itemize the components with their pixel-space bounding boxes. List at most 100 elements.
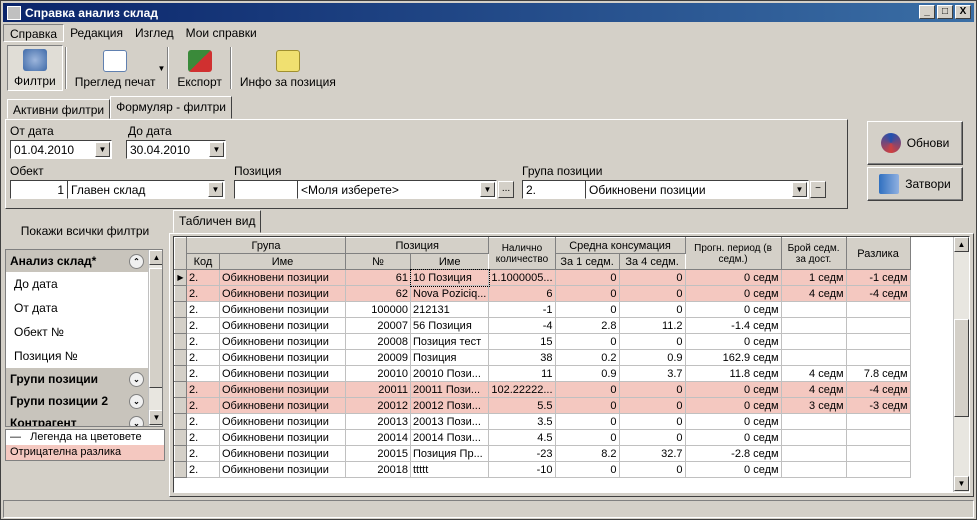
row-position-no[interactable]: 61	[345, 269, 411, 286]
row-indicator[interactable]	[174, 445, 187, 462]
forecast-period-header[interactable]: Прогн. период (в седм.)	[684, 237, 782, 270]
chevron-down-icon[interactable]: ⌄	[129, 371, 144, 387]
scroll-up-icon[interactable]: ▲	[954, 237, 969, 252]
row-code[interactable]: 2.	[186, 461, 220, 478]
row-difference[interactable]	[845, 349, 911, 366]
row-indicator[interactable]	[174, 365, 187, 382]
row-week1[interactable]: 0.9	[554, 365, 620, 382]
avg-consumption-header[interactable]: Средна консумация	[554, 237, 686, 254]
row-group-name[interactable]: Обикновени позиции	[219, 461, 346, 478]
row-position-name[interactable]: 212131	[409, 301, 490, 318]
group-code-input[interactable]: 2.	[522, 180, 586, 199]
row-code[interactable]: 2.	[186, 349, 220, 366]
group-name-subheader[interactable]: Име	[219, 253, 346, 270]
filter-item[interactable]: Позиция №	[6, 344, 148, 368]
row-difference[interactable]	[845, 333, 911, 350]
row-quantity[interactable]: 15	[488, 333, 556, 350]
row-indicator[interactable]	[174, 413, 187, 430]
row-position-name[interactable]: 20014 Пози...	[409, 429, 490, 446]
current-row-indicator-icon[interactable]: ▶	[174, 269, 187, 286]
row-code[interactable]: 2.	[186, 269, 220, 286]
group-column-header[interactable]: Група	[186, 237, 346, 254]
maximize-button[interactable]: □	[937, 5, 953, 19]
table-row[interactable]: 2. Обикновени позиции 100000 212131 -1 0 0 0 се…	[174, 301, 911, 318]
row-group-name[interactable]: Обикновени позиции	[219, 381, 346, 398]
chevron-down-icon[interactable]: ⌄	[129, 415, 144, 426]
row-difference[interactable]	[845, 317, 911, 334]
row-week4[interactable]: 0	[618, 397, 686, 414]
row-week4[interactable]: 3.7	[618, 365, 686, 382]
row-position-no[interactable]: 100000	[345, 301, 411, 318]
scroll-down-icon[interactable]: ▼	[149, 410, 162, 425]
row-quantity[interactable]: 1.1000005...	[488, 269, 556, 286]
row-delivery-weeks[interactable]: 3 седм	[780, 397, 847, 414]
row-group-name[interactable]: Обикновени позиции	[219, 429, 346, 446]
row-indicator[interactable]	[174, 317, 187, 334]
row-group-name[interactable]: Обикновени позиции	[219, 269, 346, 286]
difference-header[interactable]: Разлика	[845, 237, 911, 270]
object-code-input[interactable]: 1	[10, 180, 68, 199]
filters-button[interactable]: Филтри	[7, 45, 63, 91]
filter-group-header[interactable]: Анализ склад* ⌃	[6, 250, 148, 272]
row-week4[interactable]: 0	[618, 301, 686, 318]
row-week1[interactable]: 2.8	[554, 317, 620, 334]
row-difference[interactable]	[845, 461, 911, 478]
row-position-no[interactable]: 20007	[345, 317, 411, 334]
row-week4[interactable]: 11.2	[618, 317, 686, 334]
row-quantity[interactable]: -10	[488, 461, 556, 478]
row-position-name[interactable]: Позиция тест	[409, 333, 490, 350]
row-position-name[interactable]: ttttt	[409, 461, 490, 478]
group-clear-button[interactable]: −	[810, 181, 826, 198]
refresh-button[interactable]: Обнови	[867, 121, 963, 165]
row-indicator[interactable]	[174, 349, 187, 366]
grid-scrollbar[interactable]: ▲ ▼	[953, 237, 969, 492]
row-position-no[interactable]: 20008	[345, 333, 411, 350]
position-combo[interactable]: <Моля изберете> ▼	[297, 180, 497, 199]
menu-edit[interactable]: Редакция	[64, 24, 129, 42]
filter-group-header[interactable]: Контрагент ⌄	[6, 412, 148, 426]
row-period[interactable]: 0 седм	[684, 381, 782, 398]
row-week1[interactable]: 0	[554, 461, 620, 478]
row-period[interactable]: 162.9 седм	[684, 349, 782, 366]
scroll-down-icon[interactable]: ▼	[954, 476, 969, 491]
row-position-name[interactable]: 20013 Пози...	[409, 413, 490, 430]
row-week1[interactable]: 0	[554, 381, 620, 398]
row-week4[interactable]: 0	[618, 381, 686, 398]
row-week4[interactable]: 0	[618, 269, 686, 286]
row-period[interactable]: 0 седм	[684, 285, 782, 302]
row-code[interactable]: 2.	[186, 381, 220, 398]
row-period[interactable]: 0 седм	[684, 333, 782, 350]
row-week4[interactable]: 0	[618, 429, 686, 446]
row-difference[interactable]: -3 седм	[845, 397, 911, 414]
row-delivery-weeks[interactable]	[780, 413, 847, 430]
row-position-no[interactable]: 20013	[345, 413, 411, 430]
row-delivery-weeks[interactable]: 1 седм	[780, 269, 847, 286]
delivery-weeks-header[interactable]: Брой седм. за дост.	[780, 237, 847, 270]
chevron-down-icon[interactable]: ▼	[95, 142, 110, 157]
filter-item[interactable]: От дата	[6, 296, 148, 320]
row-delivery-weeks[interactable]	[780, 317, 847, 334]
row-code[interactable]: 2.	[186, 333, 220, 350]
row-week4[interactable]: 0	[618, 413, 686, 430]
row-position-no[interactable]: 62	[345, 285, 411, 302]
row-period[interactable]: 0 седм	[684, 301, 782, 318]
row-week4[interactable]: 0	[618, 333, 686, 350]
row-group-name[interactable]: Обикновени позиции	[219, 333, 346, 350]
table-row[interactable]: 2. Обикновени позиции 20013 20013 Пози... 3.…	[174, 413, 911, 430]
tab-form-filters[interactable]: Формуляр - филтри	[110, 96, 232, 119]
row-week1[interactable]: 0	[554, 429, 620, 446]
table-row[interactable]: 2. Обикновени позиции 20011 20011 Пози... 10…	[174, 381, 911, 398]
menu-report[interactable]: Справка	[3, 24, 65, 42]
row-code[interactable]: 2.	[186, 365, 220, 382]
row-delivery-weeks[interactable]	[780, 333, 847, 350]
row-quantity[interactable]: -23	[488, 445, 556, 462]
row-week4[interactable]: 0.9	[618, 349, 686, 366]
table-row[interactable]: 2. Обикновени позиции 20014 20014 Пози... 4.…	[174, 429, 911, 446]
chevron-down-icon[interactable]: ▼	[480, 182, 495, 197]
row-code[interactable]: 2.	[186, 397, 220, 414]
table-row[interactable]: 2. Обикновени позиции 20015 Позиция Пр... -2…	[174, 445, 911, 462]
table-row[interactable]: 2. Обикновени позиции 20018 ttttt -10 0 0 0 сед…	[174, 461, 911, 478]
group-combo[interactable]: Обикновени позиции ▼	[585, 180, 809, 199]
row-delivery-weeks[interactable]: 4 седм	[780, 285, 847, 302]
row-week1[interactable]: 0	[554, 285, 620, 302]
